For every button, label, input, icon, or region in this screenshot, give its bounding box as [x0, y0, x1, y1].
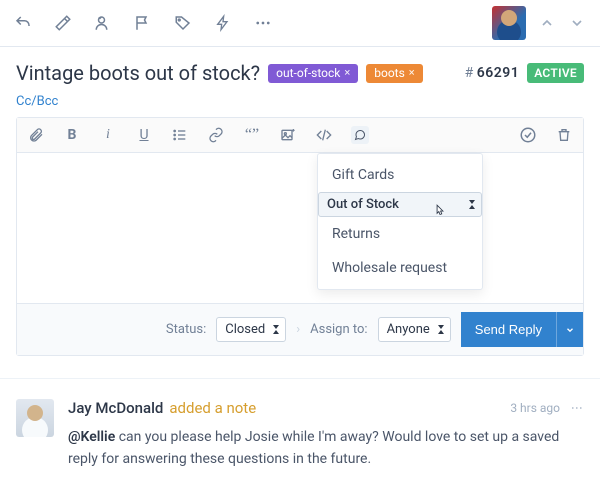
- more-icon[interactable]: [254, 14, 272, 32]
- editor-body[interactable]: Gift Cards Out of Stock Returns Wholesal…: [17, 153, 583, 303]
- editor-footer: Status: Closed › Assign to: Anyone Send …: [17, 303, 583, 355]
- approve-icon[interactable]: [519, 126, 537, 144]
- note-action-text: added a note: [169, 399, 256, 417]
- note-item: Jay McDonald added a note 3 hrs ago ⋮ @K…: [0, 378, 600, 490]
- send-reply-button[interactable]: Send Reply: [461, 312, 556, 347]
- ticket-tag[interactable]: out-of-stock ×: [268, 64, 358, 83]
- ticket-tag-label: boots: [374, 66, 405, 80]
- pointer-cursor-icon: [433, 203, 447, 219]
- bold-icon[interactable]: B: [63, 126, 81, 144]
- link-icon[interactable]: [207, 126, 225, 144]
- assign-select[interactable]: Anyone: [378, 317, 451, 342]
- status-badge: ACTIVE: [527, 63, 584, 83]
- italic-icon[interactable]: i: [99, 126, 117, 144]
- status-select[interactable]: Closed: [216, 317, 286, 342]
- quote-icon[interactable]: “”: [243, 126, 261, 144]
- ticket-header: Vintage boots out of stock? out-of-stock…: [0, 47, 600, 93]
- ticket-subject: Vintage boots out of stock?: [16, 61, 260, 85]
- note-body-rest: can you please help Josie while I'm away…: [68, 429, 559, 467]
- saved-reply-option[interactable]: Returns: [318, 217, 482, 251]
- status-label: Status:: [166, 322, 206, 337]
- cc-bcc-toggle[interactable]: Cc/Bcc: [0, 93, 600, 117]
- reply-icon[interactable]: [14, 14, 32, 32]
- send-reply-options-button[interactable]: [556, 312, 583, 347]
- editor-toolbar: B i U “”: [17, 118, 583, 153]
- next-ticket-icon[interactable]: [568, 14, 586, 32]
- assign-label: Assign to:: [310, 322, 367, 337]
- saved-reply-option[interactable]: Out of Stock: [318, 192, 482, 217]
- cc-bcc-link[interactable]: Cc/Bcc: [16, 94, 58, 109]
- tag-icon[interactable]: [174, 14, 192, 32]
- reply-editor: B i U “” Gift Cards Out of Stock Returns: [16, 117, 584, 356]
- trash-icon[interactable]: [555, 126, 573, 144]
- ticket-number: # 66291: [465, 65, 520, 81]
- note-body-text: @Kellie can you please help Josie while …: [68, 427, 584, 470]
- tag-remove-icon[interactable]: ×: [344, 66, 350, 79]
- image-icon[interactable]: [279, 126, 297, 144]
- flag-icon[interactable]: [134, 14, 152, 32]
- saved-reply-option[interactable]: Gift Cards: [318, 158, 482, 192]
- tag-remove-icon[interactable]: ×: [409, 66, 415, 79]
- note-menu-icon[interactable]: ⋮: [570, 402, 584, 415]
- code-icon[interactable]: [315, 126, 333, 144]
- assign-user-icon[interactable]: [94, 14, 112, 32]
- user-avatar[interactable]: [492, 6, 526, 40]
- underline-icon[interactable]: U: [135, 126, 153, 144]
- note-mention: @Kellie: [68, 429, 115, 445]
- ticket-tag[interactable]: boots ×: [366, 64, 422, 83]
- separator-icon: ›: [296, 322, 300, 337]
- list-icon[interactable]: [171, 126, 189, 144]
- saved-replies-icon[interactable]: [351, 126, 369, 144]
- prev-ticket-icon[interactable]: [538, 14, 556, 32]
- action-icon[interactable]: [214, 14, 232, 32]
- attach-icon[interactable]: [27, 126, 45, 144]
- ticket-tag-label: out-of-stock: [276, 66, 340, 80]
- note-timestamp: 3 hrs ago: [510, 401, 560, 415]
- edit-icon[interactable]: [54, 14, 72, 32]
- top-toolbar: [0, 0, 600, 47]
- saved-reply-option[interactable]: Wholesale request: [318, 251, 482, 285]
- note-author: Jay McDonald: [68, 399, 163, 417]
- saved-replies-dropdown: Gift Cards Out of Stock Returns Wholesal…: [317, 153, 483, 290]
- saved-reply-label: Out of Stock: [327, 197, 399, 212]
- note-author-avatar: [16, 399, 54, 437]
